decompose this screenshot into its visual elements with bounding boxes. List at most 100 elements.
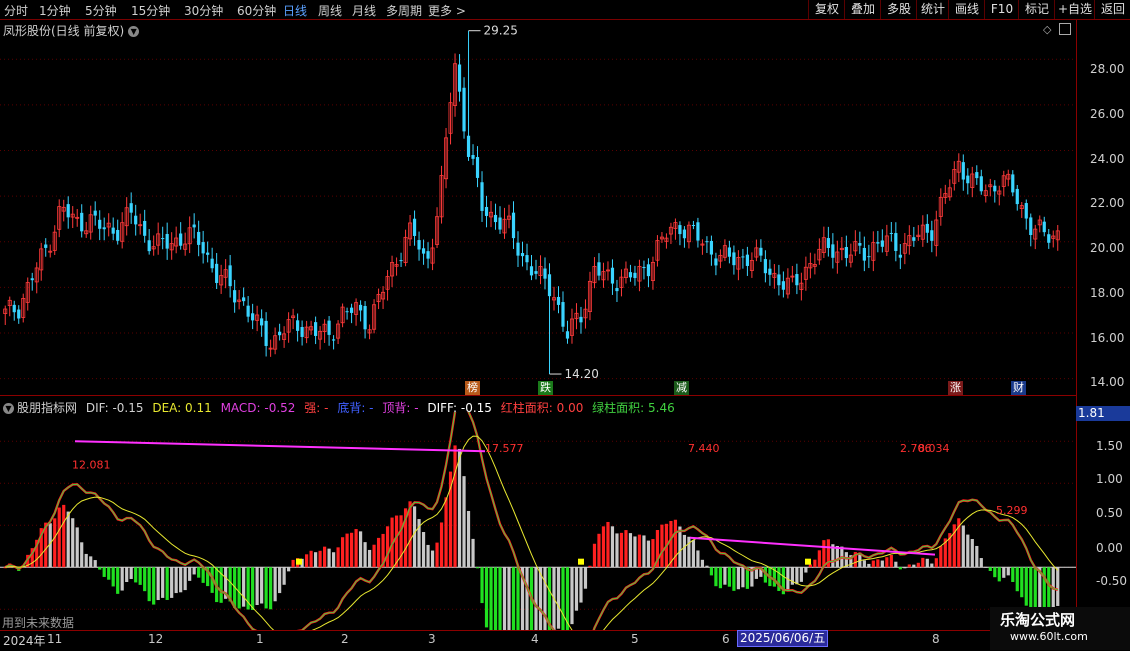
back-button[interactable]: 返回 [1094,0,1130,19]
macd-bar [354,529,358,568]
time-label: 3 [428,632,436,646]
candle-body [206,252,210,255]
period-tab-daily[interactable]: 日线 [283,2,307,19]
candlestick-chart[interactable]: 29.25 14.20 [0,20,1076,395]
add-watchlist-button[interactable]: +自选 [1054,0,1095,19]
area-label: 12.081 [72,459,111,472]
candle-body [628,272,633,278]
candle-body [471,155,475,159]
multi-stock-button[interactable]: 多股 [880,0,917,19]
candle-body [17,309,21,319]
candle-body [358,304,363,311]
mark-button[interactable]: 标记 [1018,0,1055,19]
macd-bar [628,533,633,568]
y-tick: 26.00 [1090,107,1125,121]
macd-y-tick: 1.50 [1096,439,1123,453]
top-divergence-line [74,440,486,453]
time-label: 4 [531,632,539,646]
macd-bar [62,504,66,568]
f10-button[interactable]: F10 [984,0,1019,19]
candle-body [876,242,880,244]
macd-bar [988,567,992,571]
macd-bar [421,532,426,568]
candle-body [709,240,714,255]
macd-bar [116,567,120,594]
period-tab-1min[interactable]: 1分钟 [39,2,71,19]
macd-bar [457,448,462,568]
candle-body [165,233,169,249]
candle-body [759,247,763,256]
macd-bar [93,560,97,568]
macd-bar [984,566,988,568]
macd-bar [156,567,160,601]
candle-body [1042,221,1046,233]
candle-body [961,162,965,180]
macd-bar [197,567,201,578]
event-badge-bang[interactable]: 榜 [465,381,480,395]
macd-bar [107,567,111,580]
macd-bar [804,567,808,573]
macd-bar [282,567,286,585]
event-badge-zhang[interactable]: 涨 [948,381,963,395]
y-tick: 20.00 [1090,241,1125,255]
period-tab-weekly[interactable]: 周线 [318,2,342,19]
candle-body [102,227,106,230]
candle-body [642,266,646,269]
candle-body [705,241,709,243]
macd-bar [336,547,340,568]
candle-body [745,254,749,266]
candle-body [781,281,785,290]
period-tab-60min[interactable]: 60分钟 [237,2,276,19]
period-tab-30min[interactable]: 30分钟 [184,2,223,19]
more-menu[interactable]: 更多 > [428,2,466,19]
macd-bar [642,535,646,568]
candle-body [161,238,165,240]
period-tab-5min[interactable]: 5分钟 [85,2,117,19]
macd-bar [138,567,142,585]
macd-bar [615,533,619,568]
stats-button[interactable]: 统计 [916,0,949,19]
candle-body [547,274,552,297]
macd-bar [111,567,115,587]
candle-body [484,206,489,216]
candle-body [682,229,687,239]
period-tab-monthly[interactable]: 月线 [352,2,376,19]
candle-body [880,240,884,247]
macd-bar [1006,567,1010,576]
macd-bar [385,526,390,568]
macd-bar [489,567,493,630]
event-badge-die[interactable]: 跌 [538,381,553,395]
candle-body [233,290,237,303]
candle-body [525,255,529,263]
event-badge-jian[interactable]: 减 [674,381,689,395]
macd-chart[interactable]: 12.08117.5777.4402.7068.0345.29918.77415… [0,412,1076,630]
macd-bar [161,567,165,598]
overlay-button[interactable]: 叠加 [844,0,881,19]
candle-body [228,265,232,287]
macd-bar [682,534,687,568]
candle-body [44,244,48,248]
candle-body [534,271,538,274]
time-label: 1 [256,632,264,646]
event-badge-cai[interactable]: 财 [1011,381,1026,395]
macd-bar [264,567,268,609]
period-tab-timeshare[interactable]: 分时 [4,2,28,19]
period-tab-15min[interactable]: 15分钟 [131,2,170,19]
macd-y-tick: 1.00 [1096,472,1123,486]
candle-body [966,175,970,184]
macd-bar [673,519,678,568]
draw-line-button[interactable]: 画线 [948,0,985,19]
candle-body [192,224,196,228]
candle-body [520,253,525,257]
pane-divider[interactable] [0,395,1076,396]
macd-bar [822,540,826,568]
macd-bar [898,567,902,570]
macd-bar [574,567,579,611]
macd-bar [646,540,651,568]
candle-body [556,296,561,305]
adjust-button[interactable]: 复权 [808,0,845,19]
macd-bar [269,567,273,610]
period-tab-multi[interactable]: 多周期 [386,2,422,19]
macd-bar [876,559,880,568]
candle-body [412,218,417,236]
